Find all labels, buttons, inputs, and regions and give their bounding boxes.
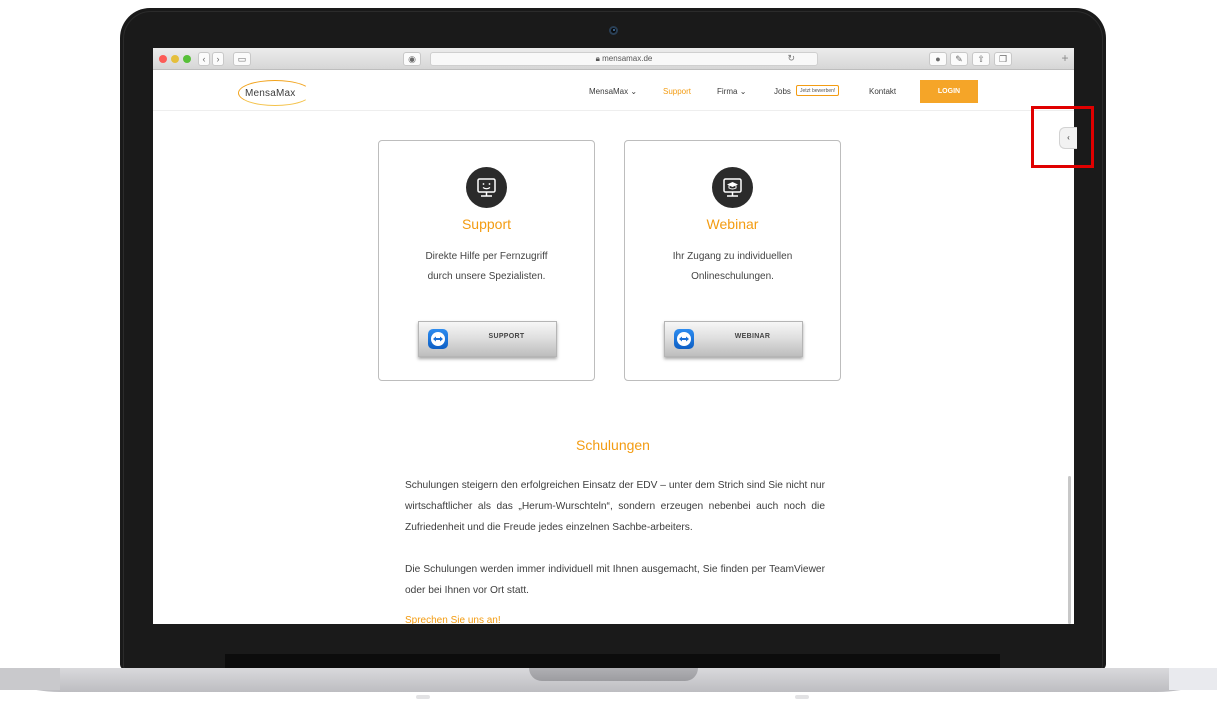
nav-firma[interactable]: Firma ⌄ [717,87,746,96]
share-icon[interactable]: ⇧ [972,52,990,66]
monitor-graduation-icon [712,167,753,208]
schulungen-paragraph-1: Schulungen steigern den erfolgreichen Ei… [405,480,825,533]
monitor-smiley-icon-svg [477,178,496,197]
chevron-down-icon: ⌄ [739,87,747,96]
login-button[interactable]: LOGIN [920,80,978,103]
nav-kontakt-label: Kontakt [869,87,897,96]
webinar-card-description: Ihr Zugang zu individuellen Onlineschulu… [635,247,830,287]
new-tab-icon[interactable]: + [1058,52,1072,66]
lock-icon: 🔒︎ [595,54,600,63]
support-teamviewer-button[interactable]: SUPPORT [418,321,557,357]
forward-icon[interactable]: › [212,52,224,66]
support-desc-line-1: Direkte Hilfe per Fernzugriff [425,251,548,262]
monitor-graduation-icon-svg [723,178,742,197]
site-logo[interactable]: MensaMax [245,88,296,99]
schulungen-paragraph-2: Die Schulungen werden immer individuell … [405,564,825,596]
camera-icon [609,26,618,35]
teamviewer-icon [674,329,694,349]
webinar-card: Webinar Ihr Zugang zu individuellen Onli… [624,140,841,381]
site-header: MensaMax MensaMax ⌄ Support Firma ⌄ Jobs… [153,71,1074,111]
laptop-notch [529,668,698,681]
nav-support-label: Support [663,87,692,96]
teamviewer-icon-inner [677,332,691,346]
minimize-window-icon[interactable] [171,55,179,63]
back-icon[interactable]: ‹ [198,52,210,66]
support-button-label: SUPPORT [488,333,525,340]
support-card-title: Support [461,216,512,232]
nav-mensamax-label: MensaMax [589,87,629,96]
jobs-badge[interactable]: Jetzt bewerben! [796,85,840,96]
highlight-box [1031,106,1094,168]
page-scrollbar[interactable] [1068,476,1071,624]
url-value: mensamax.de [602,54,653,63]
maximize-window-icon[interactable] [183,55,191,63]
sidebar-toggle-icon[interactable]: ▭ [233,52,251,66]
nav-kontakt[interactable]: Kontakt [869,87,896,96]
annotate-icon[interactable]: ✎ [950,52,968,66]
download-icon[interactable]: ● [929,52,947,66]
laptop-foot-left [416,695,430,699]
teamviewer-icon-inner [431,332,445,346]
browser-screen: ‹ › ▭ ◉ 🔒︎ mensamax.de ↻ ● ✎ ⇧ ❐ + Mensa… [153,48,1074,624]
nav-mensamax[interactable]: MensaMax ⌄ [589,87,637,96]
webinar-teamviewer-button[interactable]: WEBINAR [664,321,803,357]
chevron-down-icon: ⌄ [630,87,638,96]
webinar-desc-line-1: Ihr Zugang zu individuellen [672,251,793,262]
browser-toolbar: ‹ › ▭ ◉ 🔒︎ mensamax.de ↻ ● ✎ ⇧ ❐ + [153,48,1074,70]
support-card-description: Direkte Hilfe per Fernzugriff durch unse… [389,247,584,287]
tabs-overview-icon[interactable]: ❐ [994,52,1012,66]
laptop-foot-right [795,695,809,699]
privacy-shield-icon[interactable]: ◉ [403,52,421,66]
close-window-icon[interactable] [159,55,167,63]
teamviewer-arrows-icon [679,336,689,342]
reload-icon[interactable]: ↻ [787,53,795,64]
teamviewer-icon [428,329,448,349]
monitor-smiley-icon [466,167,507,208]
nav-firma-label: Firma [717,87,738,96]
webinar-card-title: Webinar [706,216,759,232]
support-desc-line-2: durch unsere Spezialisten. [427,271,546,282]
support-card: Support Direkte Hilfe per Fernzugriff du… [378,140,595,381]
webinar-desc-line-2: Onlineschulungen. [691,271,774,282]
laptop-base-right [1169,668,1217,690]
webinar-button-label: WEBINAR [734,333,771,340]
nav-jobs[interactable]: Jobs [774,87,791,96]
nav-support[interactable]: Support [663,87,691,96]
teamviewer-arrows-icon [433,336,443,342]
laptop-base-left [0,668,60,690]
schulungen-title: Schulungen [576,437,650,453]
contact-us-link[interactable]: Sprechen Sie uns an! [405,615,501,624]
url-text: 🔒︎ mensamax.de [431,54,817,64]
screenshot-stage: ‹ › ▭ ◉ 🔒︎ mensamax.de ↻ ● ✎ ⇧ ❐ + Mensa… [0,0,1217,702]
nav-jobs-label: Jobs [774,87,791,96]
address-bar[interactable]: 🔒︎ mensamax.de ↻ [430,52,818,66]
